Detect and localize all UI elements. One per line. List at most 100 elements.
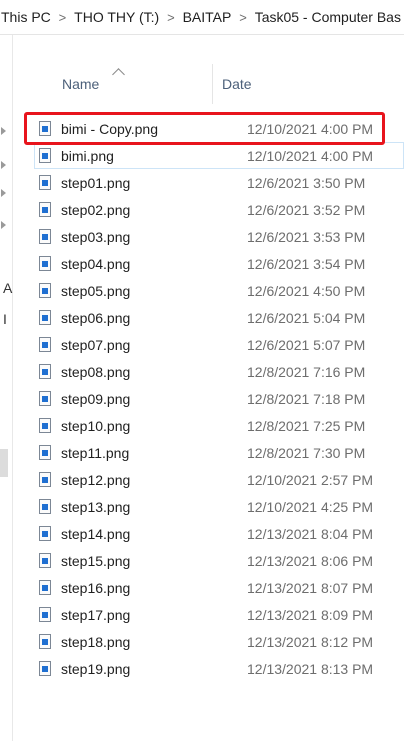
png-file-icon [39,148,51,163]
png-file-icon [39,634,51,649]
png-file-icon [39,472,51,487]
file-name: step05.png [61,282,131,299]
file-name: step13.png [61,498,131,515]
file-date: 12/13/2021 8:07 PM [247,579,374,596]
file-date: 12/6/2021 3:54 PM [247,255,366,272]
png-file-icon [39,499,51,514]
file-date: 12/13/2021 8:04 PM [247,525,374,542]
file-date: 12/6/2021 5:07 PM [247,336,366,353]
nav-item-fragment[interactable]: I [3,311,7,327]
png-file-icon [39,418,51,433]
file-date: 12/8/2021 7:16 PM [247,363,366,380]
png-file-icon [39,526,51,541]
file-name: step01.png [61,174,131,191]
file-row[interactable]: bimi.png 12/10/2021 4:00 PM [34,142,404,169]
file-date: 12/8/2021 7:18 PM [247,390,366,407]
file-name: step06.png [61,309,131,326]
nav-item-fragment[interactable]: A [3,280,12,296]
file-name: step04.png [61,255,131,272]
file-name: step11.png [61,444,130,461]
file-date: 12/13/2021 8:13 PM [247,660,374,677]
file-row[interactable]: step06.png 12/6/2021 5:04 PM [34,304,404,331]
png-file-icon [39,283,51,298]
png-file-icon [39,580,51,595]
file-date: 12/10/2021 2:57 PM [247,471,374,488]
expand-arrow-icon[interactable] [1,189,6,197]
file-name: step03.png [61,228,131,245]
file-name: bimi.png [61,147,114,164]
file-name: step15.png [61,552,131,569]
breadcrumb-this-pc[interactable]: This PC [0,9,54,25]
png-file-icon [39,391,51,406]
file-row[interactable]: step16.png 12/13/2021 8:07 PM [34,574,404,601]
png-file-icon [39,229,51,244]
png-file-icon [39,337,51,352]
file-row[interactable]: step13.png 12/10/2021 4:25 PM [34,493,404,520]
file-name: step14.png [61,525,131,542]
file-row[interactable]: step08.png 12/8/2021 7:16 PM [34,358,404,385]
png-file-icon [39,364,51,379]
file-date: 12/6/2021 4:50 PM [247,282,366,299]
file-row[interactable]: step17.png 12/13/2021 8:09 PM [34,601,404,628]
file-row[interactable]: step03.png 12/6/2021 3:53 PM [34,223,404,250]
file-date: 12/8/2021 7:30 PM [247,444,366,461]
file-date: 12/10/2021 4:00 PM [247,147,374,164]
png-file-icon [39,553,51,568]
chevron-right-icon[interactable]: > [234,10,251,25]
file-row[interactable]: step10.png 12/8/2021 7:25 PM [34,412,404,439]
file-name: step12.png [61,471,131,488]
nav-selected-item[interactable] [0,449,8,477]
chevron-right-icon[interactable]: > [54,10,71,25]
file-name: step09.png [61,390,131,407]
png-file-icon [39,445,51,460]
png-file-icon [39,310,51,325]
file-row[interactable]: step05.png 12/6/2021 4:50 PM [34,277,404,304]
file-row[interactable]: step14.png 12/13/2021 8:04 PM [34,520,404,547]
expand-arrow-icon[interactable] [1,127,6,135]
column-header-date-label: Date [222,76,252,92]
highlight-annotation [24,112,385,145]
file-name: step08.png [61,363,131,380]
chevron-right-icon[interactable]: > [162,10,179,25]
png-file-icon [39,202,51,217]
png-file-icon [39,607,51,622]
breadcrumb-baitap[interactable]: BAITAP [180,9,235,25]
file-date: 12/6/2021 3:50 PM [247,174,366,191]
file-date: 12/6/2021 5:04 PM [247,309,366,326]
file-row[interactable]: step18.png 12/13/2021 8:12 PM [34,628,404,655]
file-name: step16.png [61,579,131,596]
file-date: 12/6/2021 3:52 PM [247,201,366,218]
file-date: 12/13/2021 8:09 PM [247,606,374,623]
file-row[interactable]: step02.png 12/6/2021 3:52 PM [34,196,404,223]
file-name: step17.png [61,606,131,623]
column-header-name-label: Name [62,76,100,92]
png-file-icon [39,661,51,676]
file-name: step02.png [61,201,131,218]
file-date: 12/8/2021 7:25 PM [247,417,366,434]
file-row[interactable]: step01.png 12/6/2021 3:50 PM [34,169,404,196]
address-breadcrumb: This PC > THO THY (T:) > BAITAP > Task05… [0,0,404,35]
file-row[interactable]: step11.png 12/8/2021 7:30 PM [34,439,404,466]
breadcrumb-drive[interactable]: THO THY (T:) [71,9,162,25]
file-row[interactable]: step09.png 12/8/2021 7:18 PM [34,385,404,412]
png-file-icon [39,256,51,271]
file-date: 12/10/2021 4:25 PM [247,498,374,515]
file-name: step10.png [61,417,131,434]
column-header-date[interactable]: Date [212,64,404,104]
file-list: bimi - Copy.png 12/10/2021 4:00 PM bimi.pn… [34,115,404,682]
file-row[interactable]: step04.png 12/6/2021 3:54 PM [34,250,404,277]
column-header-name[interactable]: Name [34,64,212,104]
file-row[interactable]: step19.png 12/13/2021 8:13 PM [34,655,404,682]
expand-arrow-icon[interactable] [1,161,6,169]
file-row[interactable]: step07.png 12/6/2021 5:07 PM [34,331,404,358]
file-date: 12/6/2021 3:53 PM [247,228,366,245]
breadcrumb-task05[interactable]: Task05 - Computer Bas [252,9,404,25]
png-file-icon [39,175,51,190]
file-row[interactable]: step15.png 12/13/2021 8:06 PM [34,547,404,574]
file-name: step18.png [61,633,131,650]
expand-arrow-icon[interactable] [1,221,6,229]
file-date: 12/13/2021 8:12 PM [247,633,374,650]
file-row[interactable]: step12.png 12/10/2021 2:57 PM [34,466,404,493]
file-date: 12/13/2021 8:06 PM [247,552,374,569]
file-name: step19.png [61,660,131,677]
